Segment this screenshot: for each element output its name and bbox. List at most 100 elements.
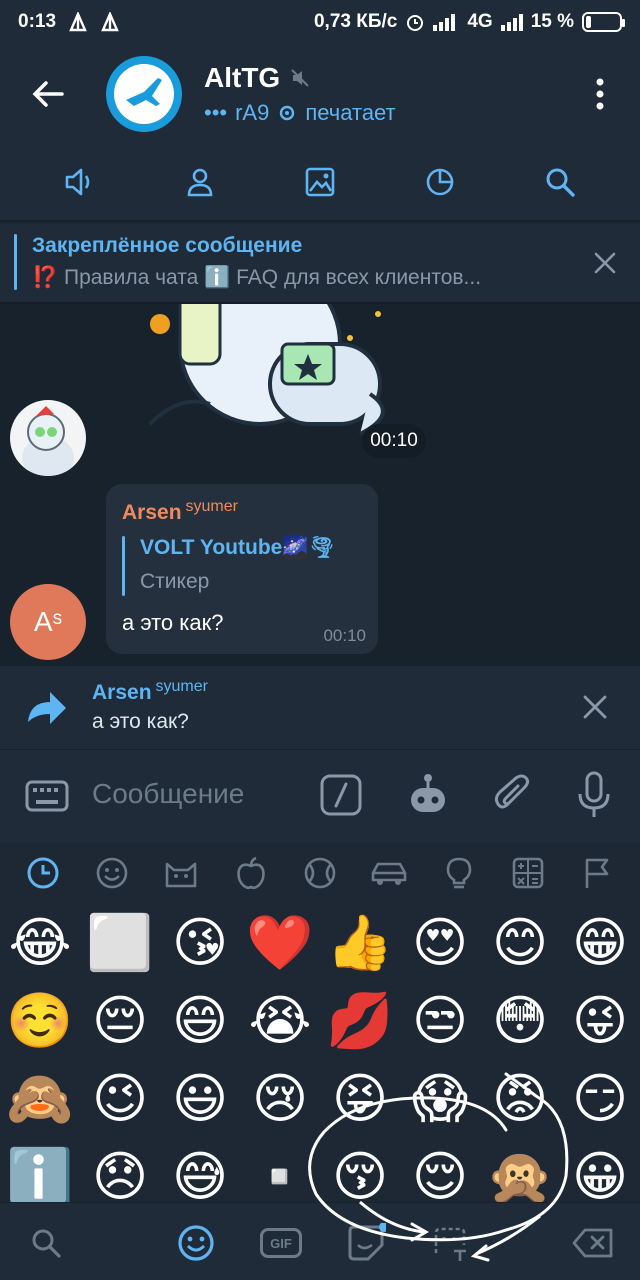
backspace-icon bbox=[572, 1228, 613, 1258]
emoji-item[interactable]: 😏 bbox=[560, 1060, 640, 1138]
jet-icon bbox=[126, 78, 162, 106]
emoji-item[interactable]: 👍 bbox=[320, 904, 400, 982]
emoji-item[interactable]: 😚 bbox=[320, 1138, 400, 1202]
emoji-panel: 😂 ⬜ 😘 ❤️ 👍 😍 😊 😁 ☺️ 😔 😄 😭 💋 😒 😳 😜 🙈 😉 😃 😢 😝 😱 😡 😏 ℹ️ 😞 😅 ▫️ 😚 😌 🙊 😀 GIF bbox=[0, 842, 640, 1280]
emoji-item[interactable]: ☺️ bbox=[0, 982, 80, 1060]
composer: Сообщение bbox=[0, 750, 640, 842]
status-time: 0:13 bbox=[18, 11, 57, 32]
sticker-icon bbox=[348, 1223, 386, 1261]
emoji-item[interactable]: 😂 bbox=[0, 904, 80, 982]
keyboard-icon[interactable] bbox=[24, 776, 70, 816]
chat-avatar[interactable] bbox=[106, 56, 182, 132]
emoji-item[interactable]: 😅 bbox=[160, 1138, 240, 1202]
emoji-tab-button[interactable] bbox=[174, 1221, 218, 1265]
gif-tab-button[interactable]: GIF bbox=[258, 1221, 304, 1265]
attach-icon[interactable] bbox=[492, 772, 532, 818]
emoji-item[interactable]: ▫️ bbox=[240, 1138, 320, 1202]
notification-icon bbox=[100, 12, 120, 32]
search-emoji-button[interactable] bbox=[26, 1221, 66, 1265]
microphone-icon[interactable] bbox=[576, 770, 612, 820]
backspace-button[interactable] bbox=[570, 1221, 616, 1265]
image-icon bbox=[305, 167, 335, 197]
pinned-message[interactable]: Закреплённое сообщение ⁉️ Правила чата ℹ… bbox=[0, 224, 640, 304]
apple-icon[interactable] bbox=[229, 851, 273, 895]
reply-text: а это как? bbox=[92, 710, 189, 733]
close-pinned-button[interactable] bbox=[588, 246, 622, 280]
ball-icon[interactable] bbox=[298, 851, 342, 895]
emoji-item[interactable]: 😳 bbox=[480, 982, 560, 1060]
flag-icon[interactable] bbox=[575, 851, 619, 895]
emoji-item[interactable]: ⬜ bbox=[80, 904, 160, 982]
quote-title[interactable]: VOLT Youtube🌌🌪 bbox=[140, 536, 335, 560]
tab-stats[interactable] bbox=[410, 152, 470, 212]
reply-arrow-icon bbox=[28, 692, 66, 724]
network-type: 4G bbox=[467, 11, 493, 32]
gear-icon bbox=[280, 105, 295, 121]
more-vertical-icon bbox=[596, 78, 604, 110]
emoji-item[interactable]: 😭 bbox=[240, 982, 320, 1060]
cancel-reply-button[interactable] bbox=[578, 690, 612, 724]
media-tabs bbox=[0, 144, 640, 222]
emoji-item[interactable]: 😡 bbox=[480, 1060, 560, 1138]
emoji-item[interactable]: 😀 bbox=[560, 1138, 640, 1202]
typing-status: ••• rA9 печатает bbox=[204, 100, 396, 125]
sticker-time: 00:10 bbox=[362, 424, 426, 458]
message-input[interactable]: Сообщение bbox=[92, 778, 244, 810]
avatar[interactable]: Aˢ bbox=[10, 584, 86, 660]
reply-preview[interactable]: Arsen syumer а это как? bbox=[0, 666, 640, 750]
emoji-item[interactable]: 😞 bbox=[80, 1138, 160, 1202]
message-list[interactable]: 00:10 Aˢ Arsen syumer VOLT Youtube🌌🌪 Стик… bbox=[0, 304, 640, 666]
emoji-item[interactable]: 😄 bbox=[160, 982, 240, 1060]
symbols-icon[interactable] bbox=[506, 851, 550, 895]
emoji-item[interactable]: 😒 bbox=[400, 982, 480, 1060]
more-menu-button[interactable] bbox=[580, 64, 620, 124]
emoji-item[interactable]: 😝 bbox=[320, 1060, 400, 1138]
muted-icon bbox=[291, 69, 309, 87]
emoji-item[interactable]: 😢 bbox=[240, 1060, 320, 1138]
bot-icon[interactable] bbox=[406, 772, 450, 818]
back-button[interactable] bbox=[18, 64, 78, 124]
emoji-categories bbox=[0, 842, 640, 904]
emoji-item[interactable]: 😌 bbox=[400, 1138, 480, 1202]
emoji-item[interactable]: 😁 bbox=[560, 904, 640, 982]
close-icon bbox=[594, 252, 616, 274]
bulb-icon[interactable] bbox=[437, 851, 481, 895]
commands-icon[interactable] bbox=[320, 774, 362, 816]
message-bubble[interactable]: Arsen syumer VOLT Youtube🌌🌪 Стикер а это … bbox=[106, 484, 378, 654]
emoji-item[interactable]: 😘 bbox=[160, 904, 240, 982]
speaker-icon bbox=[65, 168, 90, 196]
alarm-icon bbox=[405, 12, 425, 32]
search-icon bbox=[546, 168, 575, 197]
emoji-item[interactable]: 🙊 bbox=[480, 1138, 560, 1202]
emoji-item[interactable]: ℹ️ bbox=[0, 1138, 80, 1202]
robot-avatar-icon bbox=[22, 406, 74, 476]
emoji-item[interactable]: ❤️ bbox=[240, 904, 320, 982]
message-sender: Arsen syumer bbox=[122, 498, 238, 524]
tab-search[interactable] bbox=[530, 152, 590, 212]
emoji-item[interactable]: 😔 bbox=[80, 982, 160, 1060]
car-icon[interactable] bbox=[367, 851, 411, 895]
emoji-item[interactable]: 🙈 bbox=[0, 1060, 80, 1138]
emoji-item[interactable]: 💋 bbox=[320, 982, 400, 1060]
quote-text: Стикер bbox=[140, 570, 210, 593]
message-time: 00:10 bbox=[323, 626, 366, 645]
emoji-grid: 😂 ⬜ 😘 ❤️ 👍 😍 😊 😁 ☺️ 😔 😄 😭 💋 😒 😳 😜 🙈 😉 😃 😢 😝 😱 😡 😏 ℹ️ 😞 😅 ▫️ 😚 😌 🙊 😀 bbox=[0, 904, 640, 1202]
text-sticker-button[interactable] bbox=[428, 1221, 472, 1265]
tab-members[interactable] bbox=[170, 152, 230, 212]
sticker-tab-button[interactable] bbox=[344, 1221, 388, 1265]
emoji-bottom-bar: GIF bbox=[0, 1202, 640, 1280]
avatar[interactable] bbox=[10, 400, 86, 476]
emoji-item[interactable]: 😉 bbox=[80, 1060, 160, 1138]
recent-icon[interactable] bbox=[21, 851, 65, 895]
network-speed: 0,73 КБ/с bbox=[313, 11, 398, 32]
emoji-item[interactable]: 😜 bbox=[560, 982, 640, 1060]
emoji-item[interactable]: 😃 bbox=[160, 1060, 240, 1138]
tab-audio[interactable] bbox=[50, 152, 110, 212]
cat-icon[interactable] bbox=[159, 851, 203, 895]
smile-icon[interactable] bbox=[90, 851, 134, 895]
emoji-item[interactable]: 😱 bbox=[400, 1060, 480, 1138]
emoji-item[interactable]: 😊 bbox=[480, 904, 560, 982]
emoji-item[interactable]: 😍 bbox=[400, 904, 480, 982]
tab-media[interactable] bbox=[290, 152, 350, 212]
typing-dots-icon: ••• bbox=[204, 100, 228, 125]
